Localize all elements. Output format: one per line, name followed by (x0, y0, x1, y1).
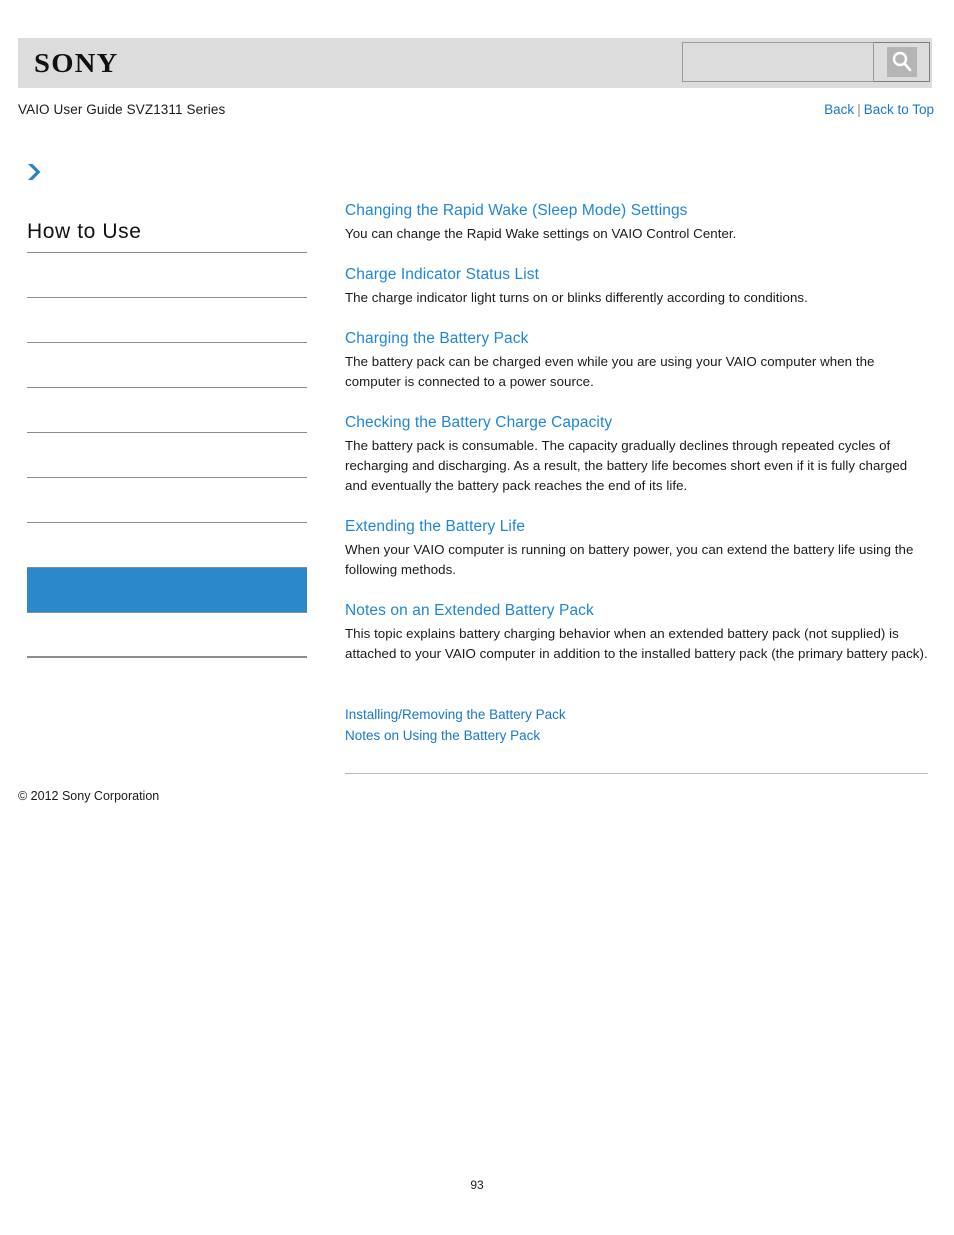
search-area (682, 42, 930, 84)
sidebar-item-selected[interactable] (27, 568, 307, 613)
topic-entry: Extending the Battery Life When your VAI… (345, 516, 928, 580)
topic-entry: Charge Indicator Status List The charge … (345, 264, 928, 308)
nav-separator: | (857, 102, 861, 117)
site-header: SONY (18, 38, 932, 88)
topic-link[interactable]: Checking the Battery Charge Capacity (345, 412, 928, 433)
related-link-notes-on-using[interactable]: Notes on Using the Battery Pack (345, 725, 928, 746)
topic-link[interactable]: Notes on an Extended Battery Pack (345, 600, 928, 621)
page-number: 93 (470, 1178, 484, 1192)
topic-link[interactable]: Charge Indicator Status List (345, 264, 928, 285)
topic-link[interactable]: Changing the Rapid Wake (Sleep Mode) Set… (345, 200, 928, 221)
sidebar-item-1[interactable] (27, 253, 307, 298)
topic-link[interactable]: Extending the Battery Life (345, 516, 928, 537)
sidebar-item-7[interactable] (27, 523, 307, 568)
topic-description: This topic explains battery charging beh… (345, 626, 928, 661)
sony-logo: SONY (34, 48, 119, 78)
topic-description: The battery pack is consumable. The capa… (345, 438, 908, 493)
topic-description: When your VAIO computer is running on ba… (345, 542, 914, 577)
topic-link[interactable]: Charging the Battery Pack (345, 328, 928, 349)
topic-entry: Charging the Battery Pack The battery pa… (345, 328, 928, 392)
topic-description: The battery pack can be charged even whi… (345, 354, 875, 389)
sidebar-item-2[interactable] (27, 298, 307, 343)
guide-title: VAIO User Guide SVZ1311 Series (18, 102, 226, 117)
content-divider (345, 773, 928, 774)
main-content: Changing the Rapid Wake (Sleep Mode) Set… (345, 200, 928, 782)
sidebar-item-5[interactable] (27, 433, 307, 478)
header-nav-links: Back | Back to Top (824, 102, 934, 117)
sidebar-heading: How to Use (27, 220, 307, 253)
topic-entry: Changing the Rapid Wake (Sleep Mode) Set… (345, 200, 928, 244)
topic-description: You can change the Rapid Wake settings o… (345, 226, 737, 241)
search-button[interactable] (874, 42, 930, 82)
chevron-right-icon[interactable] (24, 161, 48, 183)
search-icon (886, 47, 917, 77)
sidebar-item-3[interactable] (27, 343, 307, 388)
copyright-notice: © 2012 Sony Corporation (18, 789, 160, 803)
back-to-top-link[interactable]: Back to Top (864, 102, 934, 117)
topic-description: The charge indicator light turns on or b… (345, 290, 808, 305)
search-input[interactable] (682, 42, 874, 82)
topic-entry: Checking the Battery Charge Capacity The… (345, 412, 928, 496)
related-link-installing-removing[interactable]: Installing/Removing the Battery Pack (345, 704, 928, 725)
sidebar-item-4[interactable] (27, 388, 307, 433)
sidebar-item-9[interactable] (27, 613, 307, 658)
sidebar-item-6[interactable] (27, 478, 307, 523)
back-link[interactable]: Back (824, 102, 854, 117)
related-links: Installing/Removing the Battery Pack Not… (345, 704, 928, 746)
topic-entry: Notes on an Extended Battery Pack This t… (345, 600, 928, 664)
sidebar-nav: How to Use (27, 220, 307, 658)
